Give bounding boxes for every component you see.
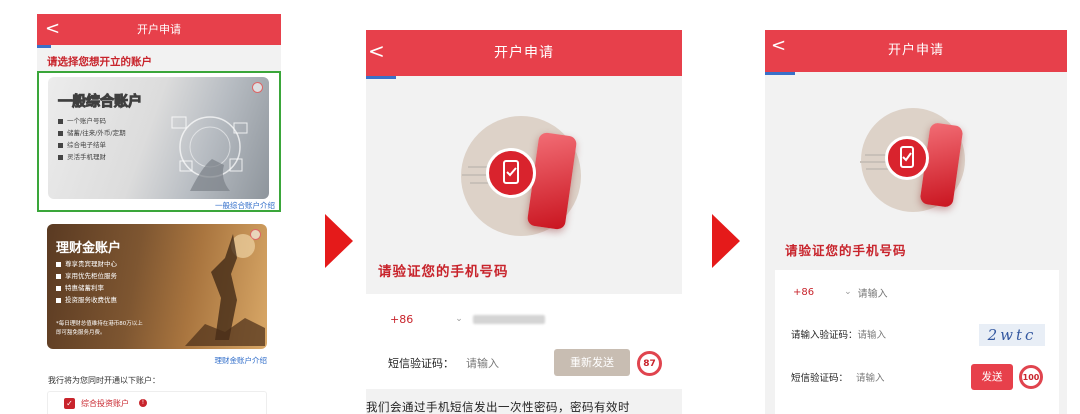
- investment-account-row: ✓ 综合投资账户 !: [47, 391, 267, 414]
- bullet-icon: [56, 261, 61, 267]
- page-title: 开户申请: [494, 45, 554, 61]
- account-select-screen: < 开户申请 请选择您想开立的账户 一般综合账户 一个账户号码 储蓄/往来/外币…: [37, 14, 281, 414]
- general-account-option[interactable]: 一般综合账户 一个账户号码 储蓄/往来/外币/定期 综合电子结单 灵活手机理财 …: [37, 71, 281, 212]
- bullet-icon: [58, 142, 63, 148]
- verify-title: 请验证您的手机号码: [785, 243, 907, 258]
- sms-code-row: 短信验证码： 请输入: [366, 348, 682, 378]
- bullet-icon: [58, 154, 63, 160]
- account-prompt: 请选择您想开立的账户: [47, 56, 152, 68]
- page-title: 开户申请: [137, 23, 181, 36]
- chevron-down-icon[interactable]: ⌄: [455, 314, 463, 324]
- countdown-timer: 87: [637, 351, 662, 376]
- feature-item: 灵活手机理财: [58, 151, 126, 163]
- fee-waiver-note: *每日理财总值维持在港币80万以上 即可豁免服务月费。: [56, 321, 143, 336]
- progress-bar: [765, 72, 795, 75]
- phone-check-icon: [885, 136, 929, 180]
- resend-button[interactable]: 重新发送: [554, 349, 630, 376]
- feature-list: 尊享贵宾理财中心 享用优先柜位服务 特惠储蓄利率 投资服务收费优惠: [56, 258, 117, 306]
- sms-code-row: 短信验证码： 请输入: [775, 364, 1059, 390]
- send-button[interactable]: 发送: [971, 364, 1013, 390]
- verify-title: 请验证您的手机号码: [378, 264, 509, 280]
- investment-account-label: 综合投资账户: [81, 398, 129, 408]
- captcha-label: 请输入验证码：: [791, 330, 858, 341]
- phone-row: +86 ⌄: [366, 306, 682, 332]
- feature-list: 一个账户号码 储蓄/往来/外币/定期 综合电子结单 灵活手机理财: [58, 115, 126, 163]
- wealth-account-section: 理财金账户 尊享贵宾理财中心 享用优先柜位服务 特惠储蓄利率 投资服务收费优惠 …: [37, 212, 281, 414]
- feature-item: 特惠储蓄利率: [56, 282, 117, 294]
- country-code[interactable]: +86: [390, 313, 413, 326]
- header-bar: < 开户申请: [366, 30, 682, 76]
- feature-item: 享用优先柜位服务: [56, 270, 117, 282]
- sms-notice-text: 我们会通过手机短信发出一次性密码，密码有效时: [366, 400, 630, 414]
- feature-item: 一个账户号码: [58, 115, 126, 127]
- countdown-timer: 100: [1019, 365, 1043, 389]
- general-account-card[interactable]: 一般综合账户 一个账户号码 储蓄/往来/外币/定期 综合电子结单 灵活手机理财: [48, 77, 269, 199]
- feature-item: 尊享贵宾理财中心: [56, 258, 117, 270]
- sms-verify-screen: < 开户申请 请验证您的手机号码 +86 ⌄ 短信验证码： 请输入 重新发送 8…: [366, 30, 682, 414]
- header-bar: < 开户申请: [37, 14, 281, 45]
- info-icon[interactable]: !: [139, 399, 147, 407]
- feature-item: 投资服务收费优惠: [56, 294, 117, 306]
- progress-bar: [366, 76, 396, 79]
- wealth-account-intro-link[interactable]: 理财金账户介绍: [215, 355, 268, 366]
- sms-code-input[interactable]: 请输入: [466, 355, 499, 371]
- bullet-icon: [56, 297, 61, 303]
- bullet-icon: [56, 285, 61, 291]
- bullet-icon: [58, 118, 63, 124]
- captcha-verify-screen: < 开户申请 请验证您的手机号码 +86 ⌄ 请输入 请输入验证码： 请输入 2…: [765, 30, 1067, 414]
- country-code[interactable]: +86: [793, 287, 814, 298]
- progress-bar: [37, 45, 51, 48]
- step-arrow-icon: [325, 214, 353, 268]
- page-title: 开户申请: [887, 43, 944, 58]
- feature-item: 储蓄/往来/外币/定期: [58, 127, 126, 139]
- back-icon[interactable]: <: [45, 20, 60, 38]
- feature-item: 综合电子结单: [58, 139, 126, 151]
- dancer-illustration: [185, 234, 265, 346]
- bullet-icon: [58, 130, 63, 136]
- card-title: 一般综合账户: [58, 94, 143, 111]
- general-account-intro-link[interactable]: 一般综合账户介绍: [215, 200, 275, 211]
- chevron-down-icon[interactable]: ⌄: [844, 287, 852, 297]
- phone-check-icon: [486, 148, 536, 198]
- sms-code-label: 短信验证码：: [791, 373, 849, 384]
- sms-code-input[interactable]: 请输入: [856, 370, 885, 384]
- back-icon[interactable]: <: [368, 41, 385, 61]
- wealth-account-card[interactable]: 理财金账户 尊享贵宾理财中心 享用优先柜位服务 特惠储蓄利率 投资服务收费优惠 …: [47, 224, 267, 349]
- verify-form: +86 ⌄ 短信验证码： 请输入 重新发送 87: [366, 294, 682, 389]
- phone-row: +86 ⌄ 请输入: [775, 280, 1059, 304]
- step-arrow-icon: [712, 214, 740, 268]
- bullet-icon: [56, 273, 61, 279]
- also-open-text: 我行将为您同时开通以下账户：: [48, 376, 160, 385]
- verify-form: +86 ⌄ 请输入 请输入验证码： 请输入 2wtc 短信验证码： 请输入 发送…: [775, 270, 1059, 414]
- header-bar: < 开户申请: [765, 30, 1067, 72]
- captcha-input[interactable]: 请输入: [858, 327, 887, 341]
- card-title: 理财金账户: [56, 241, 122, 256]
- tech-hand-illustration: [171, 116, 248, 191]
- sms-code-label: 短信验证码：: [388, 357, 454, 370]
- radio-general-account[interactable]: [252, 82, 263, 93]
- phone-input[interactable]: 请输入: [858, 285, 888, 300]
- captcha-image[interactable]: 2wtc: [979, 324, 1045, 346]
- masked-phone-number: [472, 314, 545, 324]
- back-icon[interactable]: <: [771, 37, 786, 55]
- checkbox-checked-icon[interactable]: ✓: [64, 397, 75, 409]
